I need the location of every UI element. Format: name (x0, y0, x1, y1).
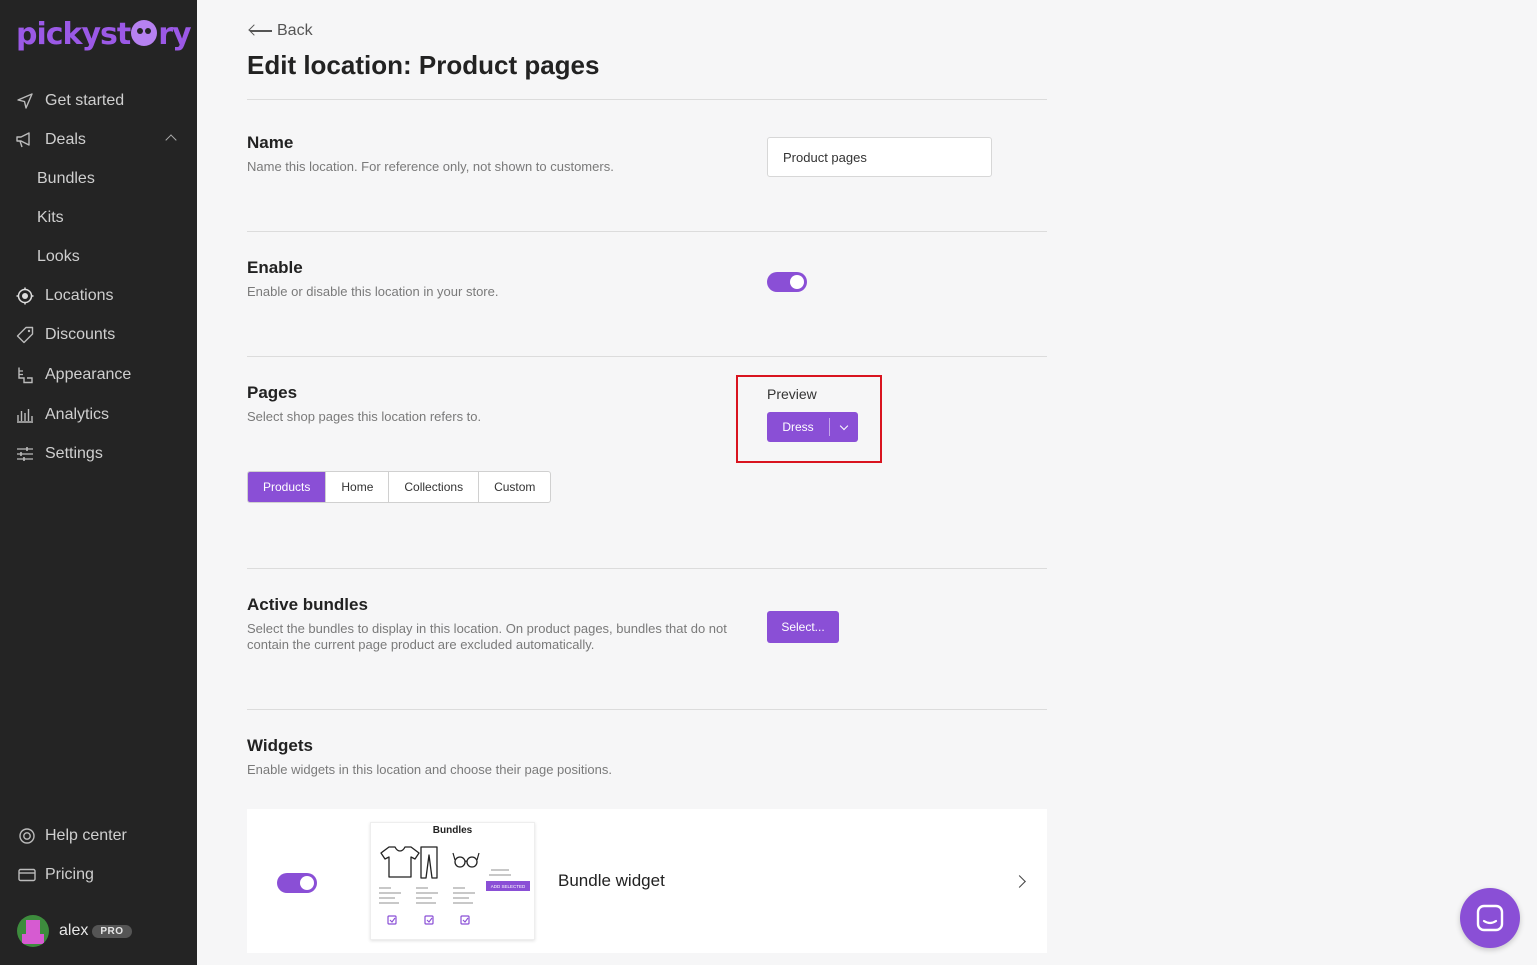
send-icon (15, 91, 35, 111)
user-menu[interactable]: alex PRO (17, 915, 132, 947)
sidebar-item-label: Help center (45, 826, 127, 844)
arrow-left-icon (250, 30, 272, 32)
sidebar-item-deals[interactable]: Deals (0, 120, 197, 159)
widgets-title: Widgets (247, 736, 313, 755)
sidebar: pickyst ry Get started Deals Bundles Kits… (0, 0, 197, 965)
tab-products[interactable]: Products (248, 472, 327, 502)
chat-icon (1476, 904, 1504, 932)
plan-badge: PRO (92, 924, 132, 938)
name-title: Name (247, 133, 294, 152)
sidebar-item-bundles[interactable]: Bundles (0, 159, 197, 198)
bundle-widget-toggle[interactable] (277, 873, 317, 893)
page-title: Edit location: Product pages (247, 50, 600, 80)
sidebar-item-label: Discounts (45, 325, 116, 343)
pages-title: Pages (247, 383, 298, 402)
widgets-description: Enable widgets in this location and choo… (247, 762, 612, 777)
divider (247, 99, 1047, 100)
location-name-input[interactable] (767, 137, 992, 177)
target-icon (15, 286, 35, 306)
sidebar-item-locations[interactable]: Locations (0, 276, 197, 315)
sidebar-item-appearance[interactable]: Appearance (0, 355, 197, 394)
sliders-icon (15, 444, 35, 464)
chevron-up-icon[interactable] (165, 134, 177, 146)
paint-roller-icon (15, 365, 35, 385)
megaphone-icon (15, 130, 35, 150)
thumbnail-add-button-text: ADD SELECTED (491, 884, 526, 889)
user-name: alex (59, 922, 89, 939)
sidebar-item-label: Pricing (45, 865, 94, 883)
credit-card-icon (17, 865, 37, 885)
pages-description: Select shop pages this location refers t… (247, 409, 482, 424)
tab-collections[interactable]: Collections (389, 472, 480, 502)
chevron-down-icon (839, 421, 849, 430)
divider (247, 568, 1047, 569)
lifebuoy-icon (17, 826, 37, 846)
sidebar-item-get-started[interactable]: Get started (0, 81, 197, 120)
back-label: Back (277, 22, 313, 39)
bar-chart-icon (15, 405, 35, 425)
logo-text: pickyst ry (16, 16, 192, 52)
enable-toggle[interactable] (767, 272, 807, 292)
sidebar-item-label: Deals (45, 130, 86, 148)
preview-label: Preview (767, 386, 817, 402)
bundle-widget-thumbnail: Bundles ADD SELECTED (370, 822, 535, 940)
tab-custom[interactable]: Custom (479, 472, 550, 502)
tag-icon (15, 325, 35, 345)
sidebar-item-label: Kits (37, 208, 64, 226)
preview-product-label: Dress (782, 420, 814, 434)
bundle-preview-illustration: ADD SELECTED (379, 846, 530, 925)
back-link[interactable]: Back (250, 22, 313, 40)
sidebar-item-pricing[interactable]: Pricing (0, 855, 197, 894)
divider (247, 709, 1047, 710)
enable-title: Enable (247, 258, 303, 277)
page-type-tabs: Products Home Collections Custom (247, 471, 552, 503)
sidebar-item-label: Analytics (45, 405, 110, 423)
sidebar-item-looks[interactable]: Looks (0, 237, 197, 276)
sidebar-item-label: Bundles (37, 169, 95, 187)
skull-icon (131, 19, 158, 46)
preview-product-dropdown[interactable]: Dress (767, 412, 858, 442)
enable-description: Enable or disable this location in your … (247, 284, 499, 299)
tab-home[interactable]: Home (326, 472, 390, 502)
chevron-right-icon[interactable] (1013, 875, 1026, 888)
sidebar-item-discounts[interactable]: Discounts (0, 315, 197, 354)
logo[interactable]: pickyst ry (16, 14, 192, 54)
sidebar-item-label: Get started (45, 91, 125, 109)
select-bundles-button[interactable]: Select... (767, 611, 839, 643)
sidebar-item-label: Appearance (45, 365, 132, 383)
active-bundles-title: Active bundles (247, 595, 368, 614)
sidebar-item-label: Locations (45, 286, 114, 304)
divider (247, 231, 1047, 232)
bundle-widget-card[interactable]: Bundles ADD SELECTED Bundle widget (247, 809, 1047, 953)
chat-launcher-button[interactable] (1460, 888, 1520, 948)
sidebar-item-label: Settings (45, 444, 103, 462)
sidebar-item-help-center[interactable]: Help center (0, 816, 197, 855)
sidebar-item-settings[interactable]: Settings (0, 434, 197, 473)
divider (247, 356, 1047, 357)
widget-name: Bundle widget (558, 871, 665, 890)
name-description: Name this location. For reference only, … (247, 159, 614, 174)
sidebar-item-label: Looks (37, 247, 80, 265)
dropdown-toggle[interactable] (830, 421, 858, 430)
sidebar-item-kits[interactable]: Kits (0, 198, 197, 237)
active-bundles-description: Select the bundles to display in this lo… (247, 621, 727, 652)
avatar (17, 915, 49, 947)
sidebar-item-analytics[interactable]: Analytics (0, 395, 197, 434)
